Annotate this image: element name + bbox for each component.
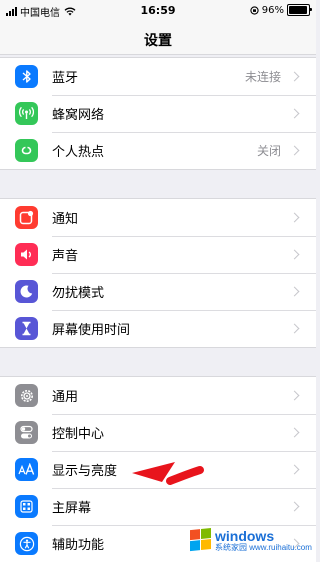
settings-row-personal-hotspot[interactable]: 个人热点 关闭 (0, 132, 316, 169)
chevron-right-icon (289, 145, 300, 156)
settings-row-bluetooth[interactable]: 蓝牙 未连接 (0, 58, 316, 95)
status-bar: 中国电信 16:59 96% (0, 0, 316, 22)
speaker-icon (15, 243, 38, 266)
settings-row-label: 蜂窝网络 (52, 108, 105, 123)
bluetooth-icon (15, 65, 38, 88)
settings-group-notifications: 通知 声音 勿扰模式 屏幕使用时间 (0, 198, 316, 348)
settings-row-label: 个人热点 (52, 145, 105, 160)
chevron-right-icon (289, 286, 300, 297)
settings-row-label: 勿扰模式 (52, 286, 105, 301)
settings-group-connectivity: 蓝牙 未连接 蜂窝网络 个人热点 关闭 (0, 57, 316, 170)
orientation-lock-icon (250, 5, 259, 15)
settings-row-label: 屏幕使用时间 (52, 323, 131, 338)
battery-icon (287, 4, 312, 16)
settings-row-label: 显示与亮度 (52, 464, 118, 479)
settings-row-home-screen[interactable]: 主屏幕 (0, 488, 316, 525)
notifications-icon (15, 206, 38, 229)
settings-row-label: 主屏幕 (52, 501, 92, 516)
watermark-title: windows (215, 527, 275, 544)
personal-hotspot-icon (15, 139, 38, 162)
settings-row-label: 声音 (52, 249, 79, 264)
settings-row-general[interactable]: 通用 (0, 377, 316, 414)
settings-row-label: 控制中心 (52, 427, 105, 442)
cellular-antenna-icon (15, 102, 38, 125)
settings-row-display-brightness[interactable]: 显示与亮度 (0, 451, 316, 488)
settings-row-do-not-disturb[interactable]: 勿扰模式 (0, 273, 316, 310)
settings-row-label: 通知 (52, 212, 79, 227)
watermark: windows 系统家园 www.ruihaitu.com (190, 524, 312, 556)
settings-row-label: 通用 (52, 390, 79, 405)
chevron-right-icon (289, 108, 300, 119)
accessibility-icon (15, 532, 38, 555)
settings-row-screen-time[interactable]: 屏幕使用时间 (0, 310, 316, 347)
windows-logo-icon (190, 527, 212, 552)
home-screen-grid-icon (15, 495, 38, 518)
chevron-right-icon (289, 464, 300, 475)
text-size-icon (15, 458, 38, 481)
chevron-right-icon (289, 249, 300, 260)
chevron-right-icon (289, 212, 300, 223)
status-right: 96% (250, 4, 312, 16)
battery-percent: 96% (261, 4, 284, 16)
moon-icon (15, 280, 38, 303)
chevron-right-icon (289, 501, 300, 512)
navigation-bar: 设置 (0, 22, 316, 55)
settings-row-value: 关闭 (256, 144, 281, 158)
chevron-right-icon (289, 71, 300, 82)
settings-row-label: 蓝牙 (52, 71, 79, 86)
settings-row-cellular[interactable]: 蜂窝网络 (0, 95, 316, 132)
watermark-subtitle: 系统家园 www.ruihaitu.com (215, 542, 312, 552)
toggle-switches-icon (15, 421, 38, 444)
gear-icon (15, 384, 38, 407)
settings-row-sounds[interactable]: 声音 (0, 236, 316, 273)
settings-row-notifications[interactable]: 通知 (0, 199, 316, 236)
chevron-right-icon (289, 390, 300, 401)
settings-row-value: 未连接 (244, 70, 281, 84)
hourglass-icon (15, 317, 38, 340)
page-title: 设置 (144, 33, 172, 49)
chevron-right-icon (289, 427, 300, 438)
chevron-right-icon (289, 323, 300, 334)
settings-row-control-center[interactable]: 控制中心 (0, 414, 316, 451)
